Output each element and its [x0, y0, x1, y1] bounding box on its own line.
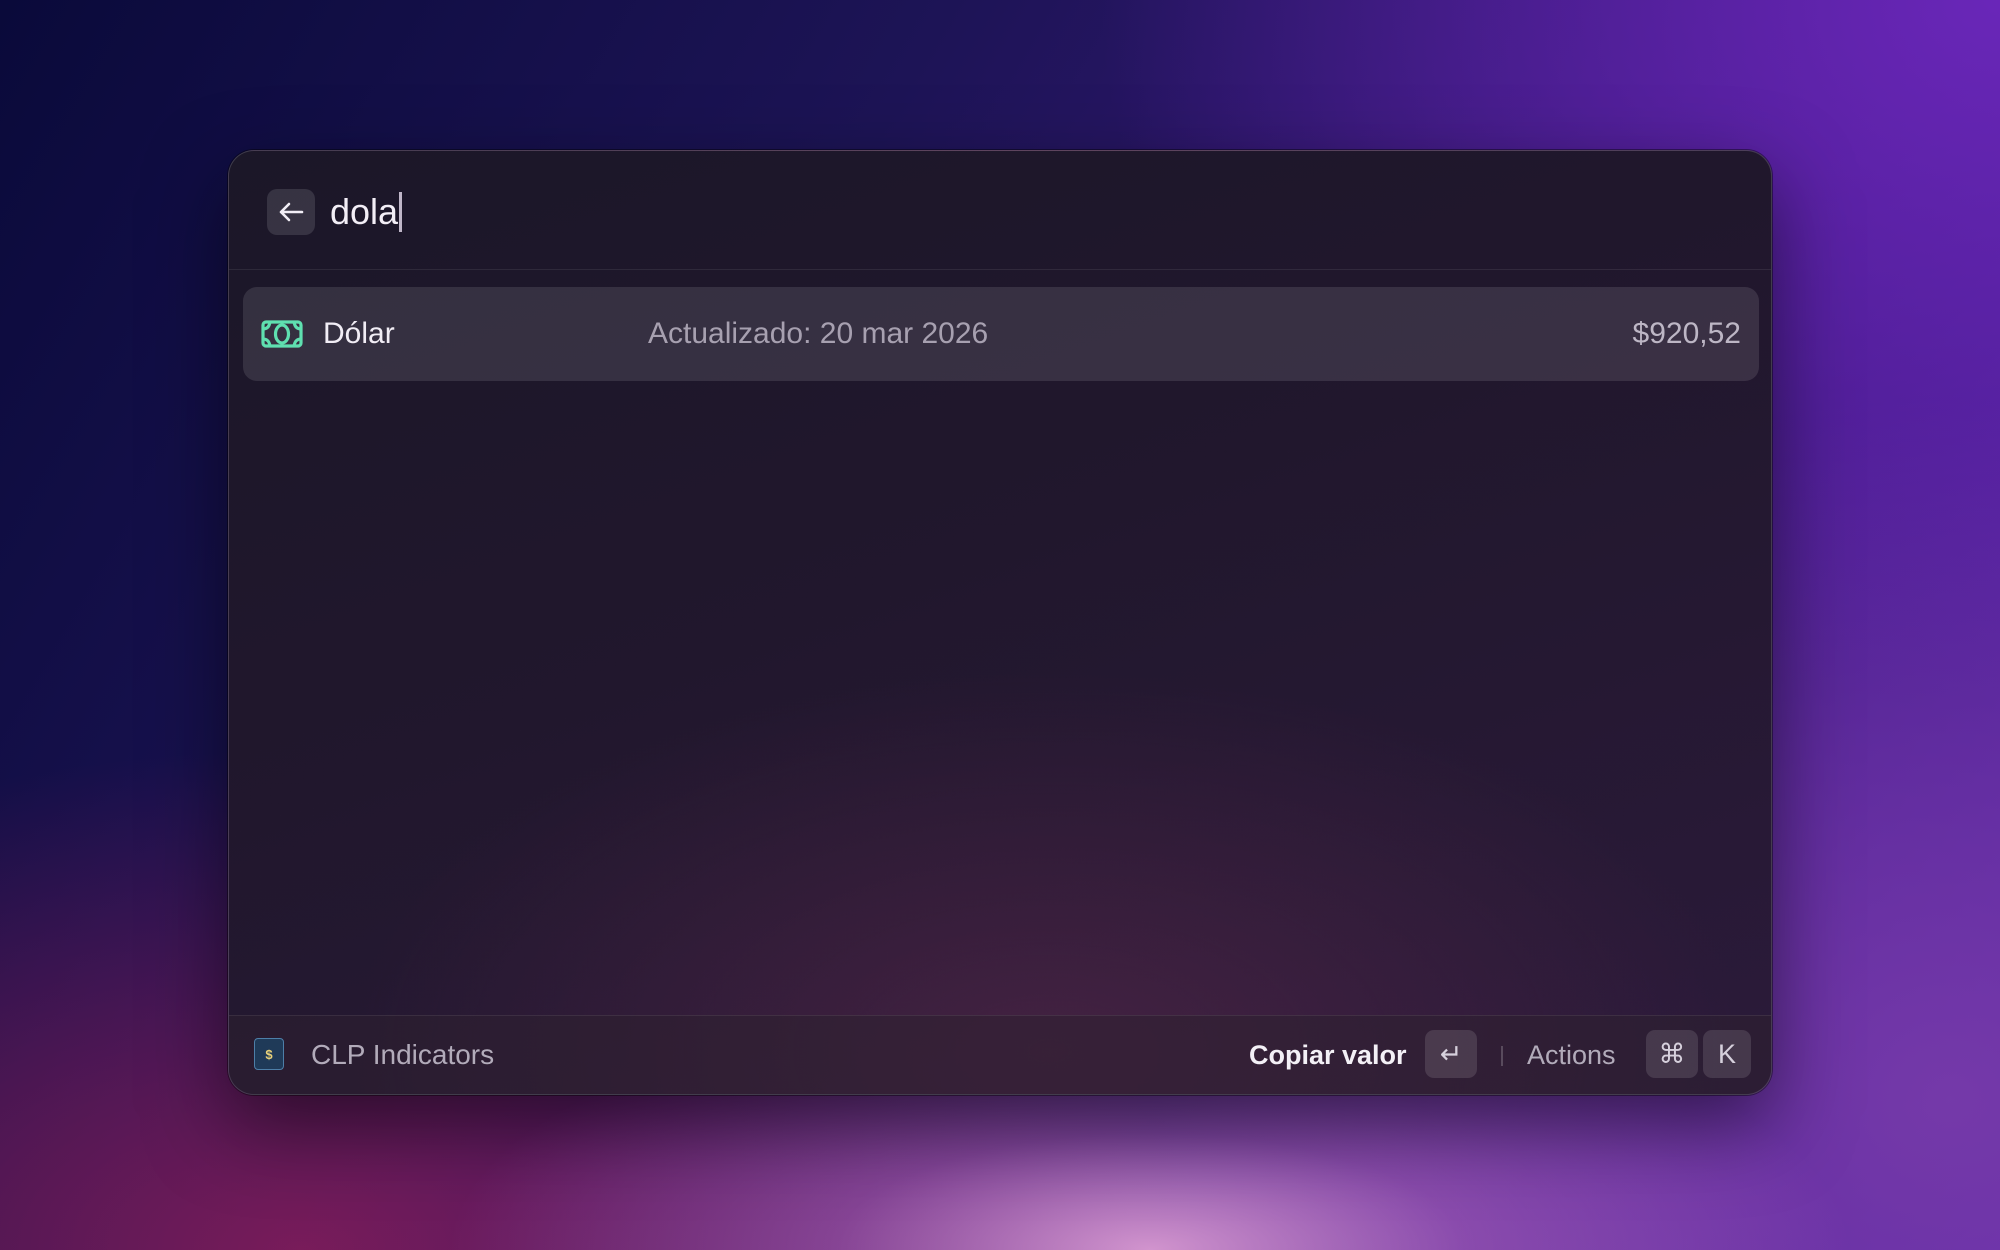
launcher-window: dola Dólar Actualizado: 20 mar 2026 $920… [228, 150, 1772, 1095]
search-query: dola [330, 191, 399, 232]
extension-name: CLP Indicators [311, 1039, 495, 1070]
extension-icon-text: $ [265, 1046, 273, 1062]
k-key-hint[interactable]: K [1703, 1030, 1751, 1078]
arrow-left-icon [279, 202, 304, 222]
k-key-label: K [1717, 1038, 1736, 1069]
search-input[interactable]: dola [330, 187, 402, 237]
extension-icon: $ [254, 1038, 284, 1070]
list-item[interactable]: Dólar Actualizado: 20 mar 2026 $920,52 [243, 287, 1759, 381]
command-icon: ⌘ [1658, 1038, 1686, 1069]
result-subtitle: Actualizado: 20 mar 2026 [648, 317, 989, 350]
back-button[interactable] [267, 189, 315, 235]
enter-key-hint[interactable]: ↵ [1425, 1030, 1477, 1078]
command-key-hint[interactable]: ⌘ [1646, 1030, 1698, 1078]
result-value: $920,52 [1632, 317, 1741, 350]
search-bar: dola [229, 151, 1771, 270]
banknote-icon [261, 320, 303, 348]
result-title: Dólar [323, 317, 395, 350]
action-bar: $ CLP Indicators Copiar valor ↵ Actions … [229, 1015, 1771, 1094]
divider [1501, 1046, 1503, 1066]
actions-button[interactable]: Actions [1527, 1035, 1616, 1075]
copy-value-action[interactable]: Copiar valor [1249, 1035, 1407, 1075]
return-icon: ↵ [1439, 1038, 1463, 1069]
text-caret [399, 192, 402, 232]
